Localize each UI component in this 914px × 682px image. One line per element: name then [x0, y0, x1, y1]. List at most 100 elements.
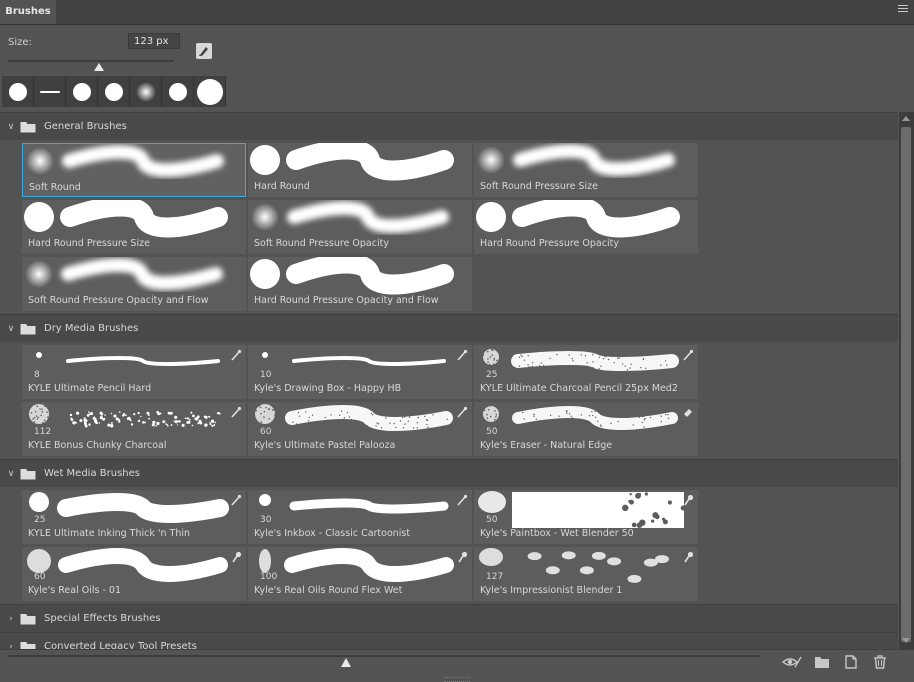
brush-preset-tile[interactable]: 10 Kyle's Drawing Box - Happy HB — [248, 345, 472, 399]
brush-stroke-preview — [474, 490, 698, 530]
recent-brush-hard-large[interactable] — [194, 76, 226, 107]
brush-tip-size: 127 — [486, 572, 504, 582]
chevron-down-icon[interactable]: ∨ — [2, 469, 20, 479]
brush-tool-icon — [456, 349, 468, 361]
brush-grid: Soft Round Hard Round Soft Round Pressure … — [0, 139, 898, 314]
scroll-down-icon[interactable] — [902, 638, 910, 643]
eraser-tool-icon — [682, 406, 694, 418]
thumbnail-zoom-slider-thumb[interactable] — [341, 658, 352, 667]
brush-tip-size: 112 — [34, 427, 52, 437]
brush-preset-tile[interactable]: 100 Kyle's Real Oils Round Flex Wet — [248, 547, 472, 601]
mixer-brush-icon — [230, 551, 242, 563]
brush-preset-tile[interactable]: Hard Round Pressure Opacity and Flow — [248, 253, 472, 311]
scrollbar-thumb[interactable] — [901, 127, 911, 642]
brush-stroke-preview — [22, 257, 246, 297]
brush-preset-list: ∨ General Brushes Soft Round Hard Round Soft… — [0, 112, 898, 649]
brush-preset-tile[interactable]: Soft Round Pressure Opacity — [248, 200, 472, 254]
brush-preset-tile[interactable]: 8 KYLE Ultimate Pencil Hard — [22, 345, 246, 399]
brush-group-header[interactable]: › Special Effects Brushes — [0, 604, 898, 632]
brush-stroke-preview — [248, 253, 472, 297]
brush-preset-name: Kyle's Eraser - Natural Edge — [480, 440, 613, 451]
brush-preset-name: Kyle's Inkbox - Classic Cartoonist — [254, 528, 411, 539]
brush-preset-name: Hard Round Pressure Size — [28, 238, 150, 249]
brush-preset-tile[interactable]: 25 KYLE Ultimate Inking Thick 'n Thin — [22, 490, 246, 544]
brush-tool-icon — [230, 494, 242, 506]
brush-preset-tile[interactable]: Soft Round — [22, 143, 246, 197]
brush-preset-tile[interactable]: 60 Kyle's Ultimate Pastel Palooza — [248, 402, 472, 456]
brush-tool-icon — [230, 349, 242, 361]
mixer-brush-icon — [456, 551, 468, 563]
brush-tip-size: 60 — [260, 427, 272, 437]
brush-preset-name: Kyle's Drawing Box - Happy HB — [254, 383, 402, 394]
panel-footer — [0, 649, 914, 682]
vertical-scrollbar[interactable] — [899, 112, 914, 649]
recent-brush-flat-line[interactable] — [34, 76, 66, 107]
chevron-down-icon[interactable]: ∨ — [2, 324, 20, 334]
brush-stroke-preview — [22, 196, 246, 240]
brush-preset-tile[interactable]: 127 Kyle's Impressionist Blender 1 — [474, 547, 698, 601]
brush-stroke-preview — [22, 345, 246, 385]
brush-preset-name: KYLE Ultimate Pencil Hard — [28, 383, 152, 394]
brush-preset-name: Kyle's Paintbox - Wet Blender 50 — [480, 528, 634, 539]
panel-tab-bar: Brushes — [0, 0, 914, 25]
brush-preset-tile[interactable]: 25 KYLE Ultimate Charcoal Pencil 25px Med… — [474, 345, 698, 399]
brush-preset-tile[interactable]: Hard Round — [248, 139, 472, 197]
brush-group-header[interactable]: ∨ Dry Media Brushes — [0, 314, 898, 342]
brush-group-name: Wet Media Brushes — [44, 468, 140, 479]
chevron-down-icon[interactable]: ∨ — [2, 122, 20, 132]
brush-preset-tile[interactable]: 112 KYLE Bonus Chunky Charcoal — [22, 402, 246, 456]
brush-group-header[interactable]: ∨ General Brushes — [0, 112, 898, 140]
brush-grid: 8 KYLE Ultimate Pencil Hard 10 Kyle's Drawi… — [0, 342, 898, 459]
brush-group-name: Dry Media Brushes — [44, 323, 139, 334]
brush-group-header[interactable]: ∨ Wet Media Brushes — [0, 459, 898, 487]
brush-preset-tile[interactable]: Hard Round Pressure Opacity — [474, 196, 698, 254]
size-slider-track[interactable] — [8, 60, 174, 62]
recent-brush-soft-dot[interactable] — [130, 76, 162, 107]
brush-preset-tile[interactable]: 50 Kyle's Paintbox - Wet Blender 50 — [474, 490, 698, 544]
brush-preset-tile[interactable]: Soft Round Pressure Opacity and Flow — [22, 257, 246, 311]
recent-brush-hard-dot[interactable] — [98, 76, 130, 107]
brush-preset-tile[interactable]: Soft Round Pressure Size — [474, 143, 698, 197]
brush-tool-icon — [456, 406, 468, 418]
brush-preset-tile[interactable]: 60 Kyle's Real Oils - 01 — [22, 547, 246, 601]
tab-brushes[interactable]: Brushes — [0, 0, 56, 24]
brush-preset-name: Soft Round — [29, 182, 81, 193]
brush-group-header[interactable]: › Converted Legacy Tool Presets — [0, 632, 898, 649]
panel-menu-icon[interactable] — [898, 5, 908, 15]
recent-brush-hard-dot[interactable] — [66, 76, 98, 107]
folder-icon — [20, 468, 36, 480]
scroll-up-icon[interactable] — [902, 116, 910, 121]
brush-tip-size: 50 — [486, 515, 498, 525]
brush-preset-tile[interactable]: Hard Round Pressure Size — [22, 196, 246, 254]
brush-group-name: Converted Legacy Tool Presets — [44, 641, 197, 649]
thumbnail-zoom-slider-track[interactable] — [8, 655, 760, 657]
new-group-folder-icon[interactable] — [814, 654, 830, 670]
brush-preset-name: Soft Round Pressure Size — [480, 181, 598, 192]
brush-preset-name: Hard Round Pressure Opacity — [480, 238, 619, 249]
brush-preset-tile[interactable]: 30 Kyle's Inkbox - Classic Cartoonist — [248, 490, 472, 544]
chevron-right-icon[interactable]: › — [2, 642, 20, 650]
reset-brush-tip-icon[interactable] — [196, 43, 212, 59]
new-brush-icon[interactable] — [843, 654, 859, 670]
size-label: Size: — [8, 37, 32, 48]
size-slider-thumb[interactable] — [94, 63, 105, 71]
brush-stroke-preview — [474, 402, 698, 442]
size-input[interactable]: 123 px — [128, 33, 180, 49]
eye-toggle-icon[interactable] — [781, 654, 802, 670]
recent-brush-hard-dot[interactable] — [2, 76, 34, 107]
brush-preset-name: KYLE Ultimate Charcoal Pencil 25px Med2 — [480, 383, 678, 394]
brush-stroke-preview — [474, 345, 698, 385]
brush-preset-name: Kyle's Real Oils - 01 — [28, 585, 121, 596]
brush-stroke-preview — [248, 139, 472, 183]
folder-icon — [20, 641, 36, 649]
brush-preset-name: Hard Round — [254, 181, 310, 192]
chevron-right-icon[interactable]: › — [2, 614, 20, 624]
brush-stroke-preview — [474, 143, 698, 183]
brush-tool-icon — [230, 406, 242, 418]
recent-brush-hard-dot[interactable] — [162, 76, 194, 107]
brush-stroke-preview — [22, 402, 246, 442]
delete-trash-icon[interactable] — [872, 654, 888, 670]
brush-preset-name: Hard Round Pressure Opacity and Flow — [254, 295, 439, 306]
folder-icon — [20, 323, 36, 335]
brush-preset-tile[interactable]: 50 Kyle's Eraser - Natural Edge — [474, 402, 698, 456]
